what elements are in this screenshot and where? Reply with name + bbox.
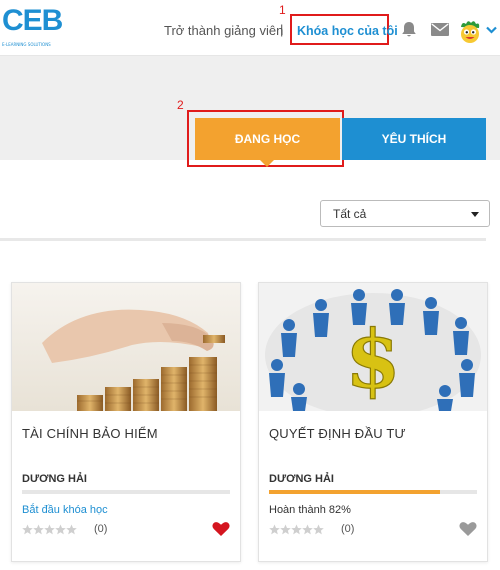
dollar-figures-image: $: [259, 283, 487, 411]
rating-count: (0): [341, 523, 355, 535]
bell-icon[interactable]: [401, 21, 417, 38]
page: CEB E-LEARNING SOLUTIONS Trở thành giảng…: [0, 0, 500, 570]
course-title[interactable]: QUYẾT ĐỊNH ĐẦU TƯ: [269, 426, 406, 441]
annotation-2: 2: [177, 98, 184, 112]
nav-separator: |: [280, 22, 284, 37]
section-divider: [0, 238, 486, 241]
course-title[interactable]: TÀI CHÍNH BẢO HIỂM: [22, 426, 158, 441]
caret-down-icon: [471, 212, 479, 217]
chevron-down-icon[interactable]: [486, 26, 497, 34]
course-author: DƯƠNG HẢI: [22, 473, 87, 485]
logo-text: CEB: [2, 4, 63, 37]
start-course-link[interactable]: Bắt đầu khóa học: [22, 504, 108, 516]
tab-learning[interactable]: ĐANG HỌC: [195, 118, 340, 160]
avatar[interactable]: [456, 18, 484, 46]
active-tab-pointer: [259, 159, 275, 167]
svg-text:$: $: [345, 312, 401, 406]
heart-outline-icon[interactable]: [459, 521, 477, 537]
ceb-logo[interactable]: CEB E-LEARNING SOLUTIONS: [0, 4, 63, 48]
course-card[interactable]: TÀI CHÍNH BẢO HIỂM DƯƠNG HẢI Bắt đầu khó…: [11, 282, 241, 562]
course-card[interactable]: $ QUYẾT ĐỊNH ĐẦU TƯ DƯƠNG HẢI Hoàn thành…: [258, 282, 488, 562]
heart-filled-icon[interactable]: [212, 521, 230, 537]
mail-icon[interactable]: [431, 23, 449, 36]
avatar-emoji-icon: [461, 21, 480, 43]
tab-favorite[interactable]: YÊU THÍCH: [342, 118, 486, 160]
logo-subtitle: E-LEARNING SOLUTIONS: [2, 42, 51, 47]
rating-stars-icon[interactable]: [269, 524, 325, 536]
progress-bar: [269, 490, 477, 494]
rating-count: (0): [94, 523, 108, 535]
completion-status: Hoàn thành 82%: [269, 504, 351, 516]
become-teacher-link[interactable]: Trở thành giảng viên: [164, 23, 283, 38]
progress-bar-fill: [269, 490, 440, 494]
course-filter-select[interactable]: Tất cả: [320, 200, 490, 227]
course-author: DƯƠNG HẢI: [269, 473, 334, 485]
coins-stack-image: [12, 283, 240, 411]
rating-stars-icon[interactable]: [22, 524, 78, 536]
top-header: CEB E-LEARNING SOLUTIONS Trở thành giảng…: [0, 0, 500, 56]
filter-selected-value: Tất cả: [333, 207, 367, 221]
progress-bar: [22, 490, 230, 494]
my-courses-link[interactable]: Khóa học của tôi: [290, 14, 398, 45]
my-courses-label: Khóa học của tôi: [297, 24, 398, 38]
annotation-1: 1: [279, 3, 286, 17]
